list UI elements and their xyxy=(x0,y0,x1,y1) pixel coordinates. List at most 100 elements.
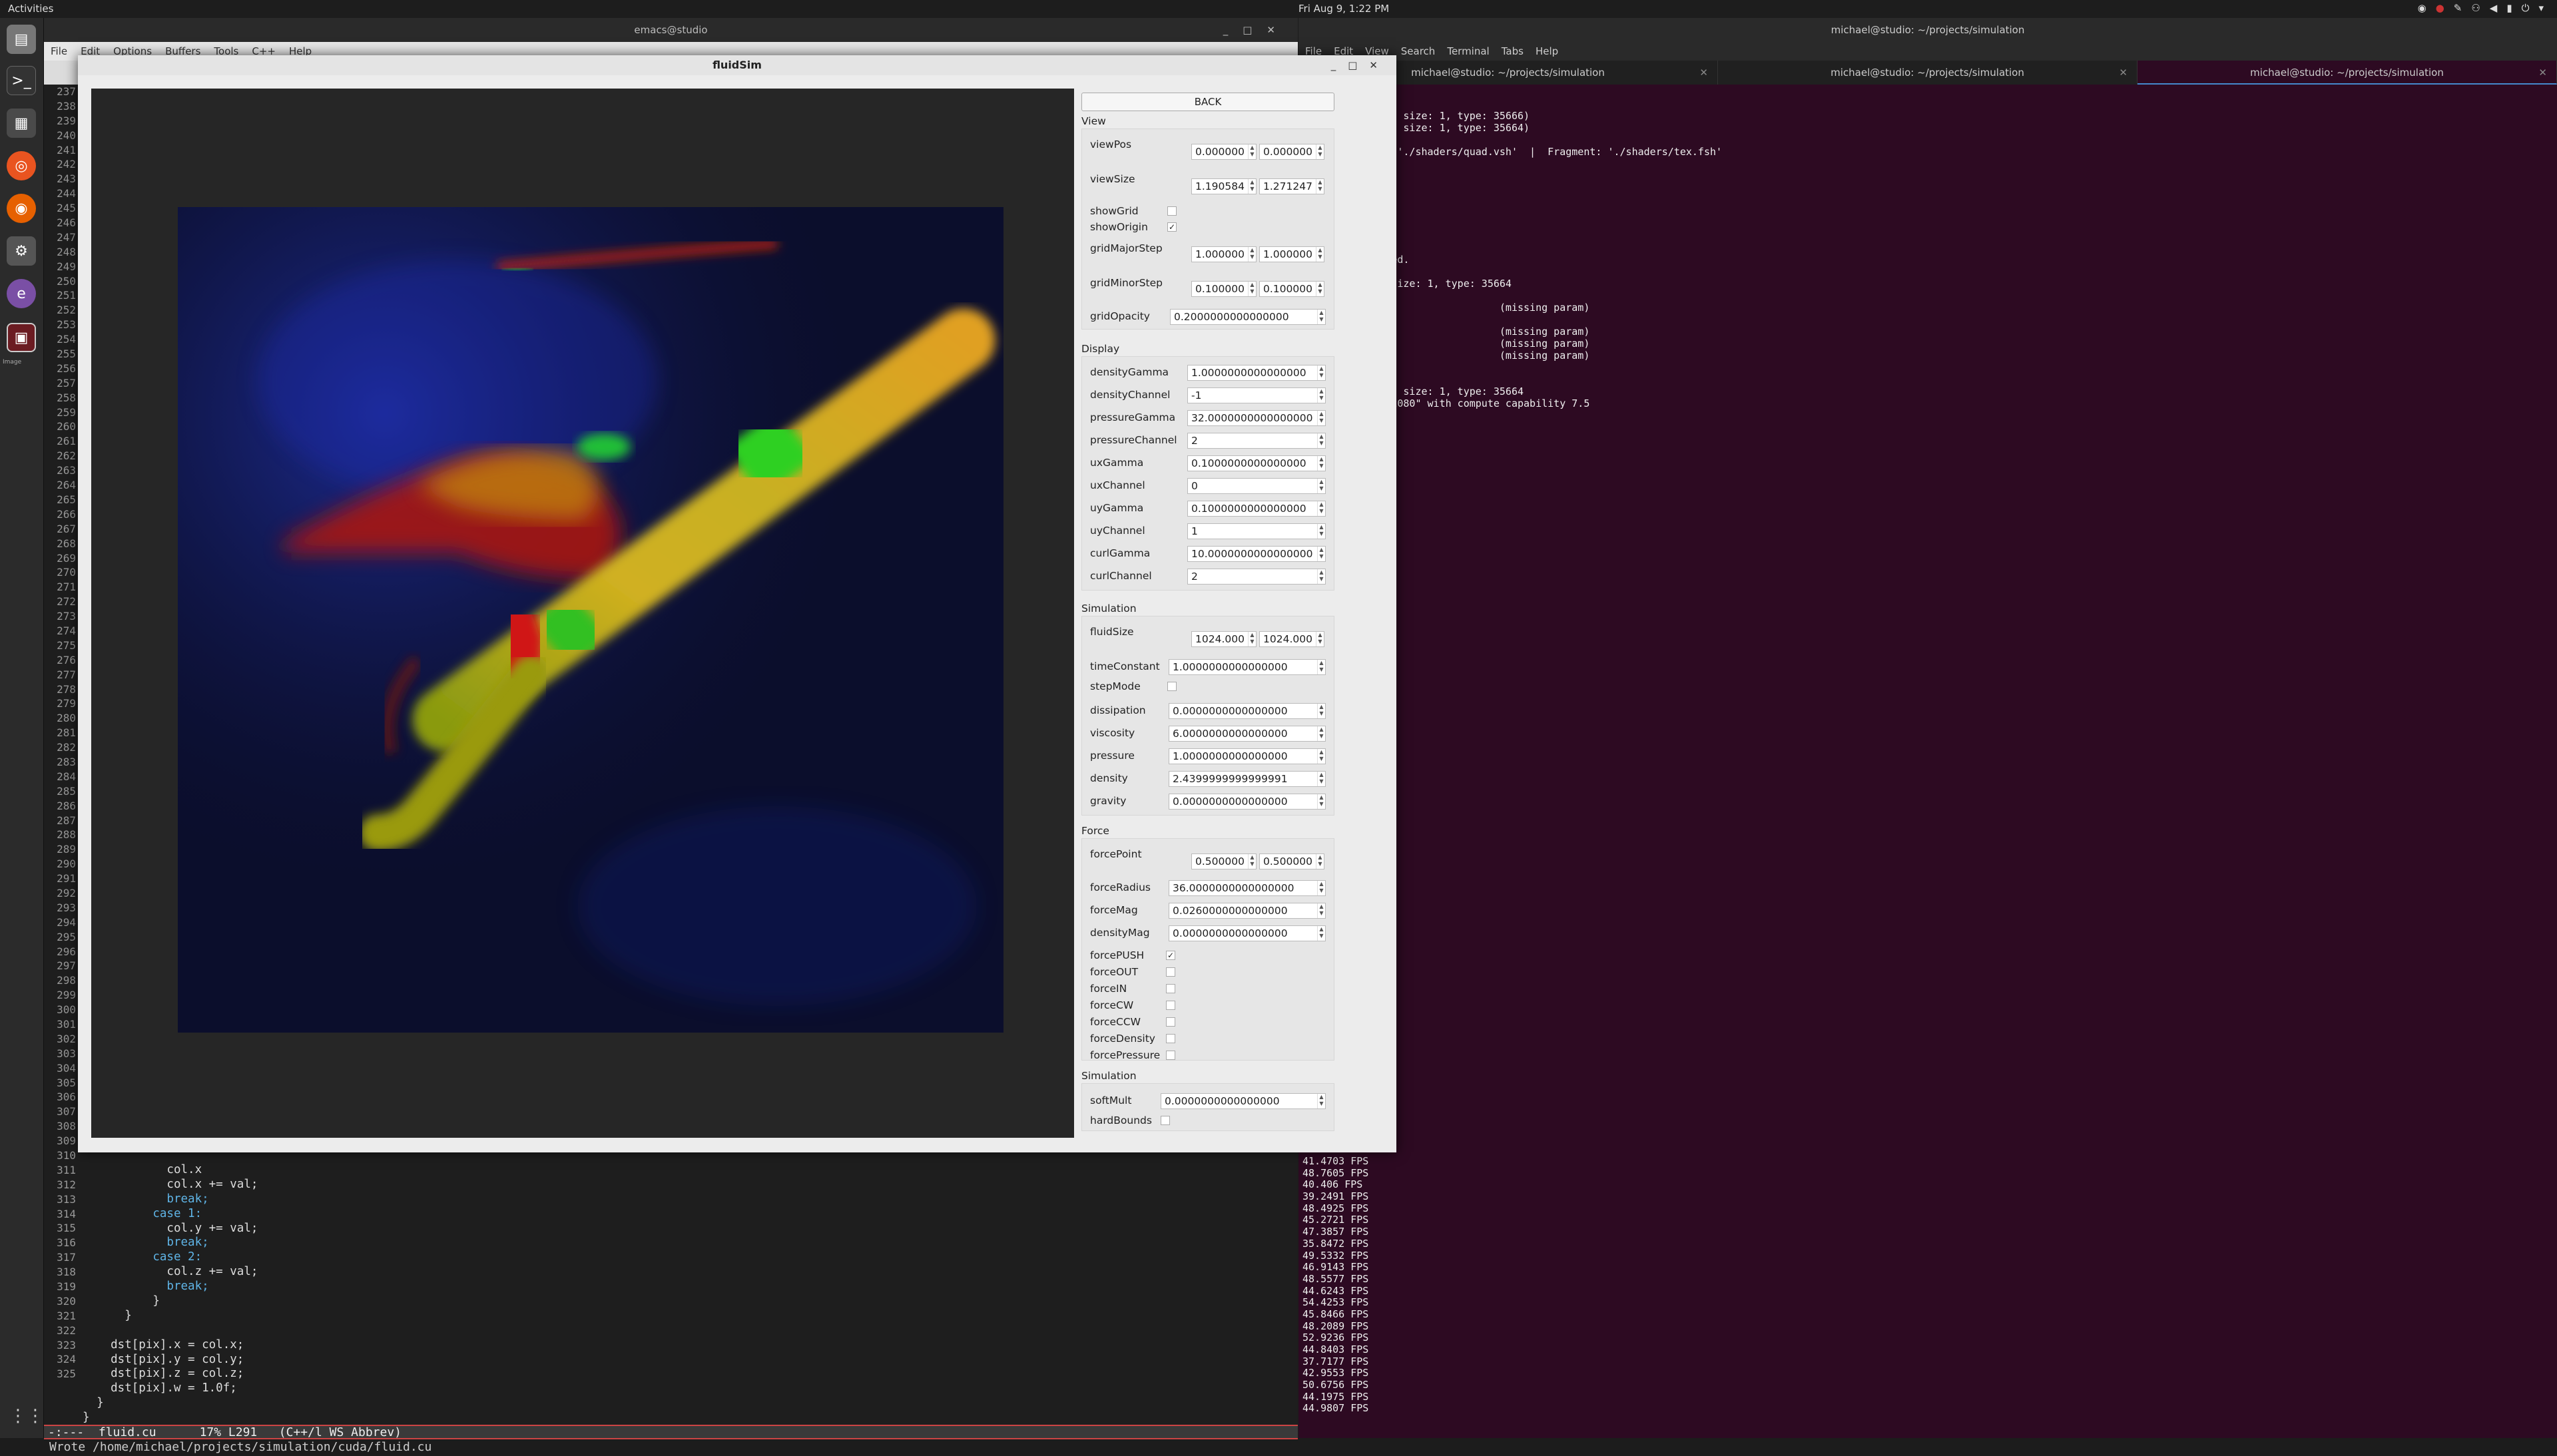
uxchannel-input[interactable]: 0 ▲ ▼ xyxy=(1187,478,1326,494)
spin-arrows-icon[interactable]: ▲ ▼ xyxy=(1317,903,1325,918)
volume-icon[interactable]: ◀ xyxy=(2490,2,2498,14)
spin-arrows-icon[interactable]: ▲ ▼ xyxy=(1317,704,1325,718)
viewsize-y-input[interactable]: 1.271247 ▲ ▼ xyxy=(1259,178,1324,194)
back-button[interactable]: BACK xyxy=(1081,93,1334,111)
network-icon[interactable]: ⚇ xyxy=(2471,2,2480,14)
files-icon[interactable]: ▤ xyxy=(7,25,36,54)
code-editor[interactable]: col.x col.x += val; break; case 1: col.y… xyxy=(83,1163,1281,1425)
terminal-titlebar[interactable]: michael@studio: ~/projects/simulation xyxy=(1298,18,2557,42)
terminal-output[interactable]: e (length: 7, size: 1, type: 35666) (len… xyxy=(1325,98,2524,433)
emacs-window-buttons[interactable]: _□✕ xyxy=(1223,18,1290,42)
forcein-checkbox[interactable] xyxy=(1166,984,1175,993)
close-icon[interactable]: ✕ xyxy=(2538,61,2547,85)
terminal-icon[interactable]: >_ xyxy=(7,66,36,95)
spin-arrows-icon[interactable]: ▲ ▼ xyxy=(1317,411,1325,425)
terminal-tab[interactable]: michael@studio: ~/projects/simulation ✕ xyxy=(1718,61,2137,85)
showorigin-checkbox[interactable]: ✓ xyxy=(1167,222,1177,232)
curlchannel-input[interactable]: 2 ▲ ▼ xyxy=(1187,569,1326,585)
calc-icon[interactable]: ▦ xyxy=(7,109,36,138)
forcedensity-checkbox[interactable] xyxy=(1166,1034,1175,1043)
spin-arrows-icon[interactable]: ▲ ▼ xyxy=(1317,547,1325,561)
fluid-simulation-canvas[interactable] xyxy=(178,207,1003,1033)
spin-arrows-icon[interactable]: ▲ ▼ xyxy=(1317,479,1325,493)
terminal-menu-item[interactable]: Tabs xyxy=(1502,45,1524,57)
pen-icon[interactable]: ✎ xyxy=(2454,2,2462,14)
forcepoint-x-input[interactable]: 0.500000 ▲ ▼ xyxy=(1191,853,1257,869)
forcemag-input[interactable]: 0.0260000000000000 ▲ ▼ xyxy=(1169,903,1326,919)
power-icon[interactable]: ⏻ xyxy=(2522,2,2530,14)
render-viewport[interactable] xyxy=(91,89,1074,1138)
spin-arrows-icon[interactable]: ▲ ▼ xyxy=(1317,794,1325,809)
chevron-down-icon[interactable]: ▾ xyxy=(2538,2,2544,14)
activities-button[interactable]: Activities xyxy=(8,3,53,15)
forcepoint-y-input[interactable]: 0.500000 ▲ ▼ xyxy=(1259,853,1324,869)
show-apps-icon[interactable]: ⋮⋮⋮ xyxy=(9,1406,61,1430)
forcepush-checkbox[interactable]: ✓ xyxy=(1166,951,1175,960)
spin-arrows-icon[interactable]: ▲ ▼ xyxy=(1317,726,1325,741)
clock[interactable]: Fri Aug 9, 1:22 PM xyxy=(1298,3,1389,15)
image-viewer-icon[interactable]: ▣ xyxy=(7,323,36,352)
fluidsim-window-buttons[interactable]: _□✕ xyxy=(1331,55,1390,75)
spin-arrows-icon[interactable]: ▲ ▼ xyxy=(1317,501,1325,516)
record-icon[interactable]: ● xyxy=(2436,2,2444,14)
battery-icon[interactable]: ▮ xyxy=(2506,2,2512,14)
close-icon[interactable]: ✕ xyxy=(1699,61,1708,85)
uxgamma-input[interactable]: 0.1000000000000000 ▲ ▼ xyxy=(1187,455,1326,471)
gridmajorstep-x-input[interactable]: 1.000000 ▲ ▼ xyxy=(1191,246,1257,262)
stepmode-checkbox[interactable] xyxy=(1167,682,1177,691)
densitymag-input[interactable]: 0.0000000000000000 ▲ ▼ xyxy=(1169,925,1326,941)
terminal-menu-item[interactable]: Help xyxy=(1536,45,1558,57)
terminal-menu-item[interactable]: Terminal xyxy=(1447,45,1489,57)
spin-arrows-icon[interactable]: ▲ ▼ xyxy=(1317,749,1325,764)
steam-icon[interactable]: ◉ xyxy=(2418,2,2426,14)
spin-arrows-icon[interactable]: ▲ ▼ xyxy=(1317,524,1325,539)
pressurechannel-input[interactable]: 2 ▲ ▼ xyxy=(1187,433,1326,449)
system-tray[interactable]: ◉ ● ✎ ⚇ ◀ ▮ ⏻ ▾ xyxy=(2418,2,2544,14)
terminal-menu-item[interactable]: Search xyxy=(1401,45,1436,57)
forcecw-checkbox[interactable] xyxy=(1166,1001,1175,1010)
emacs-menu-item[interactable]: File xyxy=(51,45,67,57)
density-input[interactable]: 2.4399999999999991 ▲ ▼ xyxy=(1169,771,1326,787)
settings-icon[interactable]: ⚙ xyxy=(7,236,36,266)
pressuregamma-input[interactable]: 32.0000000000000000 ▲ ▼ xyxy=(1187,410,1326,426)
spin-arrows-icon[interactable]: ▲ ▼ xyxy=(1317,926,1325,941)
spin-arrows-icon[interactable]: ▲ ▼ xyxy=(1317,456,1325,471)
forceradius-input[interactable]: 36.0000000000000000 ▲ ▼ xyxy=(1169,880,1326,896)
gridminorstep-y-input[interactable]: 0.100000 ▲ ▼ xyxy=(1259,281,1324,297)
viewpos-x-input[interactable]: 0.000000 ▲ ▼ xyxy=(1191,144,1257,160)
spin-arrows-icon[interactable]: ▲ ▼ xyxy=(1317,881,1325,895)
spin-arrows-icon[interactable]: ▲ ▼ xyxy=(1317,388,1325,403)
curlgamma-input[interactable]: 10.0000000000000000 ▲ ▼ xyxy=(1187,546,1326,562)
gridopacity-input[interactable]: 0.2000000000000000 ▲ ▼ xyxy=(1170,309,1326,325)
fluidsim-titlebar[interactable]: fluidSim xyxy=(78,55,1396,75)
densitygamma-input[interactable]: 1.0000000000000000 ▲ ▼ xyxy=(1187,365,1326,381)
spin-arrows-icon[interactable]: ▲ ▼ xyxy=(1317,772,1325,786)
spin-arrows-icon[interactable]: ▲ ▼ xyxy=(1317,365,1325,380)
hardbounds-checkbox[interactable] xyxy=(1161,1116,1170,1125)
timeconstant-input[interactable]: 1.0000000000000000 ▲ ▼ xyxy=(1169,659,1326,675)
viewpos-y-input[interactable]: 0.000000 ▲ ▼ xyxy=(1259,144,1324,160)
gravity-input[interactable]: 0.0000000000000000 ▲ ▼ xyxy=(1169,794,1326,810)
firefox-icon[interactable]: ◉ xyxy=(7,194,36,223)
gridminorstep-x-input[interactable]: 0.100000 ▲ ▼ xyxy=(1191,281,1257,297)
app-store-icon[interactable]: ◎ xyxy=(7,151,36,180)
forceccw-checkbox[interactable] xyxy=(1166,1017,1175,1027)
pressure-input[interactable]: 1.0000000000000000 ▲ ▼ xyxy=(1169,748,1326,764)
uychannel-input[interactable]: 1 ▲ ▼ xyxy=(1187,523,1326,539)
viscosity-input[interactable]: 6.0000000000000000 ▲ ▼ xyxy=(1169,726,1326,742)
densitychannel-input[interactable]: -1 ▲ ▼ xyxy=(1187,387,1326,403)
forceout-checkbox[interactable] xyxy=(1166,967,1175,977)
emacs-titlebar[interactable]: emacs@studio xyxy=(44,18,1298,42)
gridmajorstep-y-input[interactable]: 1.000000 ▲ ▼ xyxy=(1259,246,1324,262)
showgrid-checkbox[interactable] xyxy=(1167,206,1177,216)
fluidsize-x-input[interactable]: 1024.000 ▲ ▼ xyxy=(1191,631,1257,647)
uygamma-input[interactable]: 0.1000000000000000 ▲ ▼ xyxy=(1187,501,1326,517)
softmult-input[interactable]: 0.0000000000000000 ▲ ▼ xyxy=(1161,1093,1326,1109)
fluidsize-y-input[interactable]: 1024.000 ▲ ▼ xyxy=(1259,631,1324,647)
viewsize-x-input[interactable]: 1.190584 ▲ ▼ xyxy=(1191,178,1257,194)
spin-arrows-icon[interactable]: ▲ ▼ xyxy=(1317,569,1325,584)
terminal-tab[interactable]: michael@studio: ~/projects/simulation ✕ xyxy=(2137,61,2557,85)
emacs-icon[interactable]: e xyxy=(7,279,36,308)
close-icon[interactable]: ✕ xyxy=(2119,61,2128,85)
forcepressure-checkbox[interactable] xyxy=(1166,1051,1175,1060)
